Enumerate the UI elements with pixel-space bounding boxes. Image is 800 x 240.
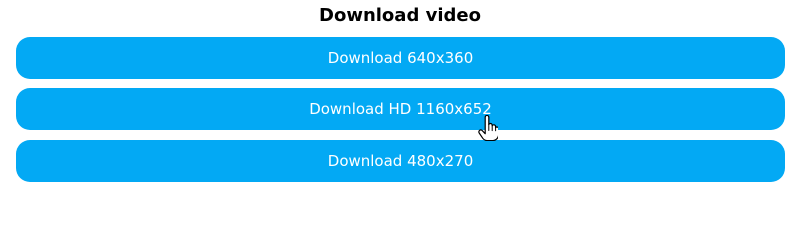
download-hd-1160x652-button[interactable]: Download HD 1160x652 bbox=[16, 88, 785, 130]
download-480x270-button[interactable]: Download 480x270 bbox=[16, 140, 785, 182]
section-title: Download video bbox=[319, 5, 481, 26]
download-640x360-button[interactable]: Download 640x360 bbox=[16, 37, 785, 79]
download-video-panel: Download video Download 640x360 Download… bbox=[0, 0, 800, 207]
